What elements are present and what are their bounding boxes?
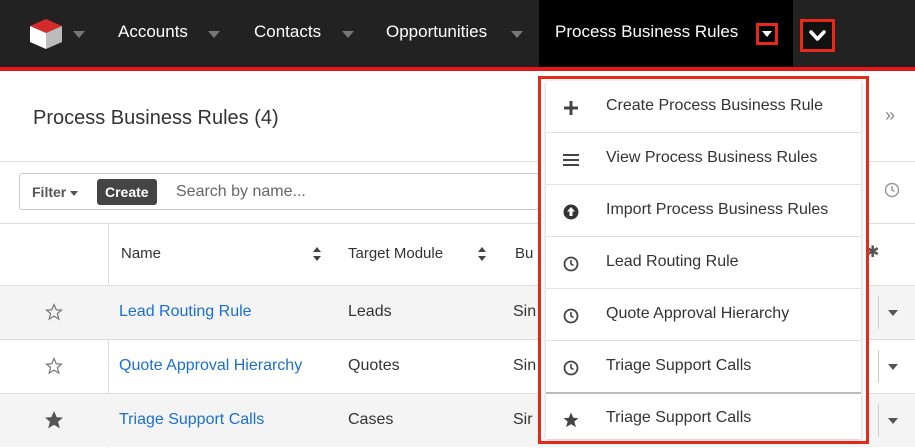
- menu-item-label: Quote Approval Hierarchy: [606, 305, 790, 322]
- filter-search-bar: Filter Create Search by name...: [19, 173, 539, 210]
- page-title: Process Business Rules (4): [33, 107, 279, 129]
- nav-accent-line: [0, 67, 915, 71]
- plus-icon: [564, 101, 578, 115]
- action-divider: [878, 404, 879, 437]
- menu-item-recent-triage-support-calls[interactable]: Triage Support Calls: [546, 341, 861, 393]
- search-input[interactable]: Search by name...: [176, 183, 306, 201]
- top-navigation-bar: Accounts Contacts Opportunities Process …: [0, 0, 915, 71]
- menu-item-view-process-business-rules[interactable]: View Process Business Rules: [546, 133, 861, 185]
- row-actions-caret-icon[interactable]: [888, 310, 898, 316]
- sort-icon[interactable]: [477, 246, 487, 262]
- double-chevron-right-icon[interactable]: »: [885, 105, 895, 126]
- menu-item-label: Triage Support Calls: [606, 409, 752, 426]
- menu-item-label: View Process Business Rules: [606, 149, 818, 166]
- module-dropdown-menu-highlight: Create Process Business Rule View Proces…: [538, 76, 869, 444]
- record-name-link[interactable]: Triage Support Calls: [119, 411, 264, 429]
- chevron-down-icon: [809, 30, 826, 41]
- record-name-link[interactable]: Lead Routing Rule: [119, 303, 252, 321]
- star-outline-icon[interactable]: [45, 303, 63, 321]
- menu-item-favorite-triage-support-calls[interactable]: Triage Support Calls: [546, 393, 861, 445]
- menu-item-label: Triage Support Calls: [606, 357, 752, 374]
- clock-icon: [563, 256, 579, 272]
- clock-icon: [563, 308, 579, 324]
- nav-tab-opportunities[interactable]: Opportunities: [386, 22, 487, 42]
- business-rule-type-cell: Sin: [513, 357, 537, 374]
- module-dropdown-menu: Create Process Business Rule View Proces…: [546, 81, 861, 439]
- active-tab-menu-button[interactable]: [756, 23, 778, 45]
- column-header-target-module[interactable]: Target Module: [348, 245, 443, 262]
- sugar-logo-icon[interactable]: [28, 17, 64, 51]
- create-filter-button[interactable]: Create: [97, 179, 157, 205]
- filter-label: Filter: [32, 184, 67, 200]
- clock-icon[interactable]: [884, 182, 900, 198]
- opportunities-menu-caret-icon[interactable]: [511, 31, 523, 38]
- target-module-cell: Leads: [348, 303, 392, 320]
- nav-tab-process-business-rules[interactable]: Process Business Rules: [555, 22, 738, 42]
- nav-tab-accounts[interactable]: Accounts: [118, 22, 188, 42]
- business-rule-type-cell: Sin: [513, 303, 537, 320]
- star-filled-icon[interactable]: [45, 411, 63, 429]
- menu-item-label: Create Process Business Rule: [606, 97, 823, 114]
- column-header-name[interactable]: Name: [121, 245, 161, 262]
- more-modules-button[interactable]: [800, 19, 835, 52]
- filter-dropdown-button[interactable]: Filter: [32, 184, 79, 200]
- column-header-business-rule-type[interactable]: Bu: [515, 245, 533, 262]
- upload-circle-icon: [563, 204, 579, 220]
- menu-item-create-process-business-rule[interactable]: Create Process Business Rule: [546, 81, 861, 133]
- accounts-menu-caret-icon[interactable]: [208, 31, 220, 38]
- caret-down-icon: [762, 31, 772, 37]
- target-module-cell: Quotes: [348, 357, 400, 374]
- action-divider: [878, 296, 879, 329]
- logo-menu-caret-icon[interactable]: [73, 31, 85, 38]
- record-name-link[interactable]: Quote Approval Hierarchy: [119, 357, 302, 375]
- row-actions-caret-icon[interactable]: [888, 364, 898, 370]
- menu-item-label: Lead Routing Rule: [606, 253, 739, 270]
- star-outline-icon[interactable]: [45, 357, 63, 375]
- clock-icon: [563, 360, 579, 376]
- menu-item-recent-quote-approval-hierarchy[interactable]: Quote Approval Hierarchy: [546, 289, 861, 341]
- action-divider: [878, 350, 879, 383]
- list-icon: [563, 154, 579, 166]
- sort-icon[interactable]: [312, 246, 322, 262]
- menu-item-recent-lead-routing-rule[interactable]: Lead Routing Rule: [546, 237, 861, 289]
- caret-down-icon: [70, 190, 79, 196]
- contacts-menu-caret-icon[interactable]: [342, 31, 354, 38]
- star-icon: [563, 412, 579, 428]
- row-actions-caret-icon[interactable]: [888, 418, 898, 424]
- target-module-cell: Cases: [348, 411, 394, 428]
- menu-item-label: Import Process Business Rules: [606, 201, 829, 218]
- business-rule-type-cell: Sir: [513, 411, 533, 428]
- nav-tab-contacts[interactable]: Contacts: [254, 22, 321, 42]
- menu-item-import-process-business-rules[interactable]: Import Process Business Rules: [546, 185, 861, 237]
